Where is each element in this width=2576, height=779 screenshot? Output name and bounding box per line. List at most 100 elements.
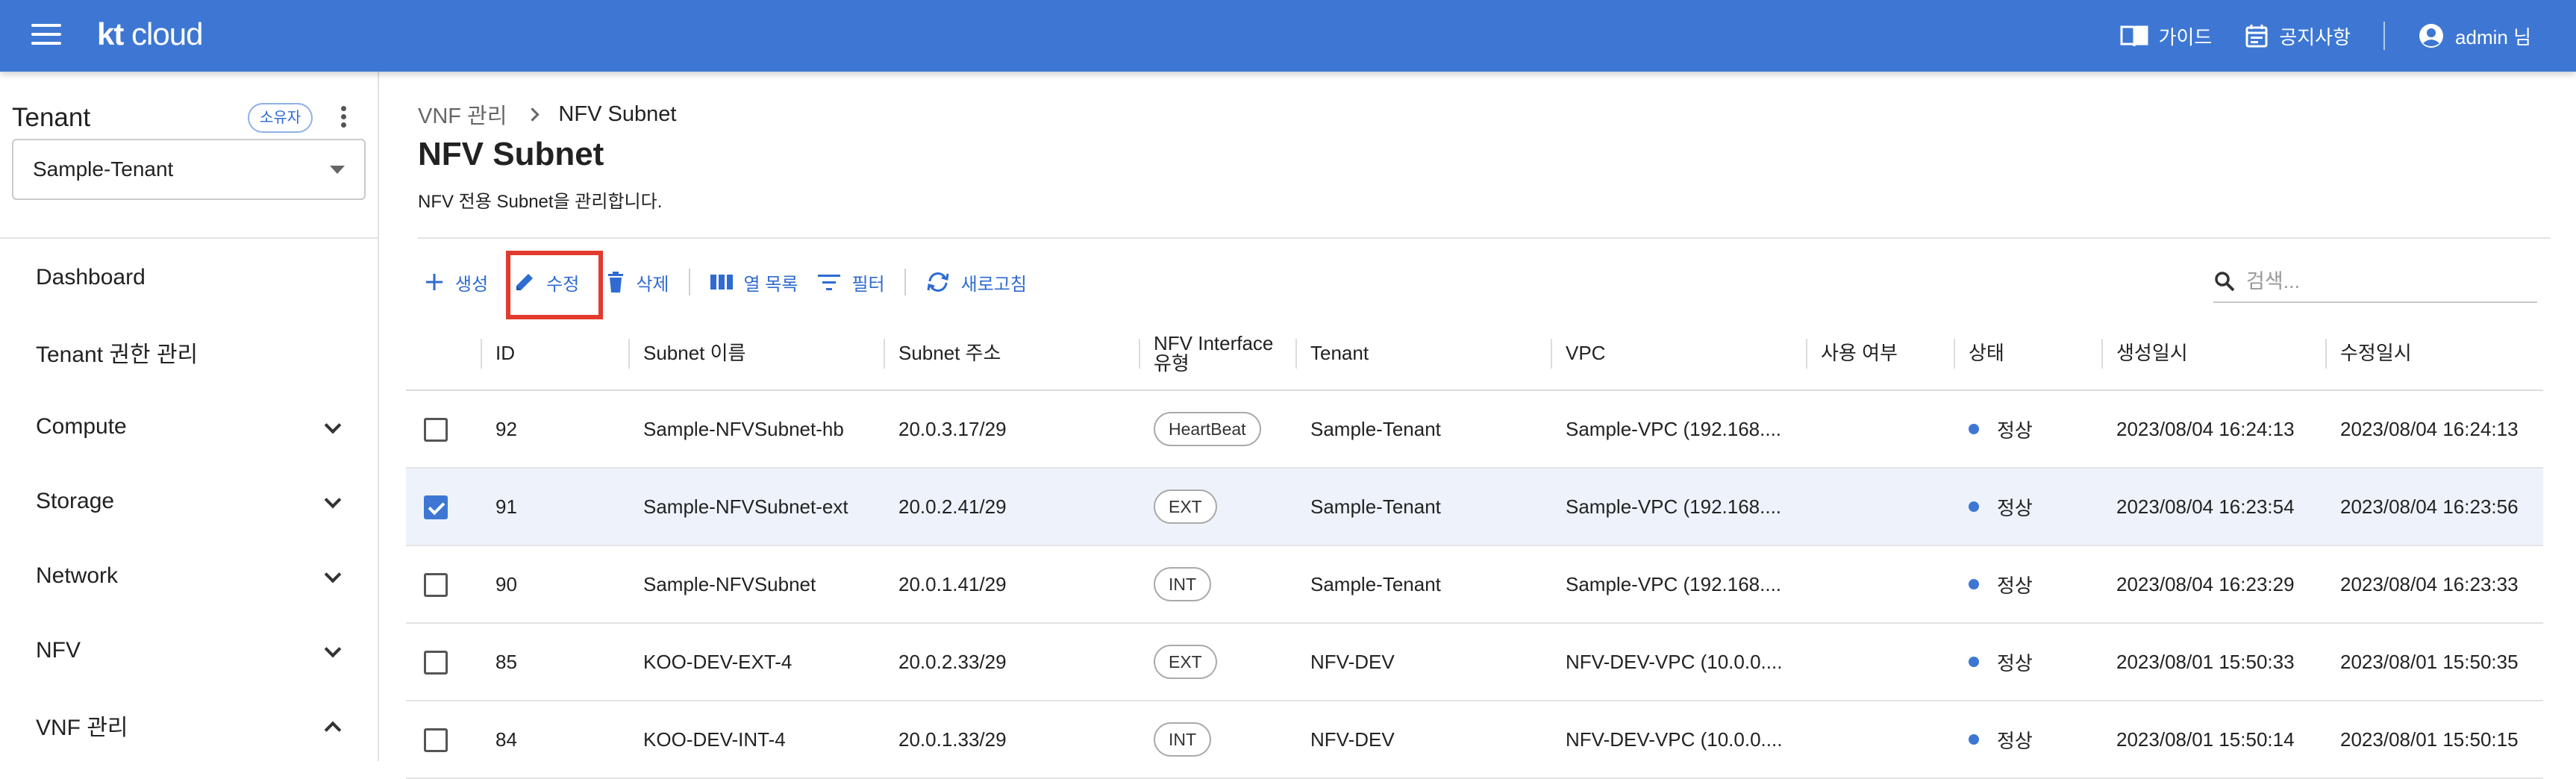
cell-in-use — [1806, 546, 1954, 622]
column-header-tenant[interactable]: Tenant — [1295, 316, 1551, 391]
trash-icon — [608, 272, 624, 292]
cell-modified: 2023/08/04 16:23:33 — [2325, 546, 2543, 622]
cell-subnet-address-text: 20.0.3.17/29 — [898, 417, 1007, 440]
calendar-icon — [2245, 25, 2268, 48]
table-row[interactable]: 85 KOO-DEV-EXT-4 20.0.2.33/29 EXT NFV-DEV NFV… — [406, 624, 2543, 701]
cell-id: 90 — [481, 546, 628, 622]
status-text: 정상 — [1997, 496, 2033, 519]
sidebar-item-vnf-management[interactable]: VNF 관리 — [0, 688, 378, 763]
cell-modified-text: 2023/08/04 16:23:56 — [2340, 495, 2519, 518]
columns-button[interactable]: 열 목록 — [702, 261, 806, 303]
cell-subnet-name: Sample-NFVSubnet-ext — [628, 469, 884, 545]
column-header-modified[interactable]: 수정일시 — [2325, 316, 2543, 391]
cell-tenant: Sample-Tenant — [1295, 469, 1551, 545]
cell-created-text: 2023/08/01 15:50:33 — [2116, 650, 2295, 673]
cell-vpc: Sample-VPC (192.168.... — [1551, 469, 1806, 545]
kt-cloud-logo[interactable]: kt cloud — [97, 16, 203, 52]
notice-link[interactable]: 공지사항 — [2245, 22, 2351, 50]
cell-vpc: Sample-VPC (192.168.... — [1551, 546, 1806, 622]
row-checkbox[interactable] — [424, 573, 448, 597]
cell-tenant: NFV-DEV — [1295, 701, 1551, 778]
cell-vpc-text: Sample-VPC (192.168.... — [1566, 417, 1782, 440]
chevron-down-icon — [324, 566, 342, 584]
breadcrumb: VNF 관리 NFV Subnet — [418, 98, 676, 130]
title-divider — [418, 237, 2551, 239]
sidebar-item-nfv[interactable]: NFV — [0, 613, 378, 688]
page-description: NFV 전용 Subnet을 관리합니다. — [418, 192, 663, 212]
sidebar-item-tenant-permission[interactable]: Tenant 권한 관리 — [0, 315, 378, 390]
cell-id-text: 90 — [495, 572, 517, 595]
cell-created: 2023/08/01 15:50:14 — [2101, 701, 2325, 778]
more-vert-icon[interactable] — [339, 106, 348, 133]
cell-tenant-text: NFV-DEV — [1310, 728, 1395, 751]
cell-created: 2023/08/04 16:23:29 — [2101, 546, 2325, 622]
cell-subnet-name: KOO-DEV-INT-4 — [628, 701, 884, 778]
sidebar-item-label: Network — [36, 563, 119, 588]
delete-button[interactable]: 삭제 — [598, 261, 676, 303]
sidebar-item-storage[interactable]: Storage — [0, 464, 378, 539]
column-header-vpc[interactable]: VPC — [1551, 316, 1806, 391]
column-header-subnet-address[interactable]: Subnet 주소 — [884, 316, 1139, 391]
cell-modified: 2023/08/04 16:24:13 — [2325, 391, 2543, 467]
view-column-icon — [710, 275, 733, 290]
cell-status: 정상 — [1954, 546, 2101, 622]
search-box — [2213, 261, 2537, 303]
cell-created: 2023/08/04 16:23:54 — [2101, 469, 2325, 545]
status-dot-icon — [1969, 579, 1979, 589]
sidebar-item-label: Storage — [36, 489, 115, 513]
refresh-label: 새로고침 — [960, 274, 1027, 295]
sidebar-menu: Dashboard Tenant 권한 관리 Compute Storage N… — [0, 240, 378, 763]
cell-subnet-name-text: KOO-DEV-EXT-4 — [643, 650, 793, 673]
cell-in-use — [1806, 701, 1954, 778]
chevron-down-icon — [324, 640, 342, 658]
row-checkbox[interactable] — [424, 651, 448, 675]
add-icon — [426, 274, 443, 290]
cell-id-text: 91 — [495, 495, 517, 518]
filter-icon — [818, 275, 841, 290]
table-row[interactable]: 84 KOO-DEV-INT-4 20.0.1.33/29 INT NFV-DEV NFV… — [406, 701, 2543, 779]
table-row[interactable]: 91 Sample-NFVSubnet-ext 20.0.2.41/29 EXT Sam… — [406, 469, 2543, 546]
column-header-nfv-interface-type[interactable]: NFV Interface 유형 — [1139, 316, 1295, 391]
cell-nfv-type: HeartBeat — [1139, 391, 1295, 467]
row-checkbox[interactable] — [424, 728, 448, 752]
column-header-id[interactable]: ID — [481, 316, 628, 391]
user-menu[interactable]: admin 님 — [2418, 22, 2531, 50]
column-header-in-use[interactable]: 사용 여부 — [1806, 316, 1954, 391]
breadcrumb-vnf-management[interactable]: VNF 관리 — [418, 98, 507, 130]
guide-link[interactable]: 가이드 — [2120, 22, 2212, 50]
cell-status: 정상 — [1954, 469, 2101, 545]
toolbar-divider — [904, 269, 906, 295]
refresh-button[interactable]: 새로고침 — [918, 261, 1034, 303]
tenant-select[interactable]: Sample-Tenant — [12, 139, 366, 200]
cell-created-text: 2023/08/01 15:50:14 — [2116, 728, 2295, 751]
column-header-created[interactable]: 생성일시 — [2101, 316, 2325, 391]
table-body: 92 Sample-NFVSubnet-hb 20.0.3.17/29 HeartBe… — [406, 391, 2543, 779]
table-row[interactable]: 92 Sample-NFVSubnet-hb 20.0.3.17/29 HeartBe… — [406, 391, 2543, 469]
nfv-subnet-table: ID Subnet 이름 Subnet 주소 NFV Interface 유형 T… — [406, 316, 2543, 779]
column-header-status[interactable]: 상태 — [1954, 316, 2101, 391]
cell-subnet-name: Sample-NFVSubnet — [628, 546, 884, 622]
sidebar-item-compute[interactable]: Compute — [0, 390, 378, 464]
cell-vpc: NFV-DEV-VPC (10.0.0.... — [1551, 701, 1806, 778]
row-checkbox[interactable] — [424, 418, 448, 442]
sidebar-item-label: Dashboard — [36, 265, 146, 290]
cell-nfv-type: EXT — [1139, 624, 1295, 700]
row-checkbox[interactable] — [424, 495, 448, 519]
table-row[interactable]: 90 Sample-NFVSubnet 20.0.1.41/29 INT Sample-… — [406, 546, 2543, 624]
cell-subnet-address: 20.0.2.33/29 — [884, 624, 1139, 700]
search-input[interactable] — [2246, 269, 2515, 293]
column-header-subnet-name[interactable]: Subnet 이름 — [628, 316, 884, 391]
menu-icon[interactable] — [31, 24, 61, 48]
chevron-right-icon — [525, 107, 540, 122]
filter-button[interactable]: 필터 — [810, 261, 892, 303]
sidebar-item-network[interactable]: Network — [0, 539, 378, 613]
cell-subnet-name: KOO-DEV-EXT-4 — [628, 624, 884, 700]
cell-created: 2023/08/01 15:50:33 — [2101, 624, 2325, 700]
cell-status: 정상 — [1954, 624, 2101, 700]
sidebar-item-dashboard[interactable]: Dashboard — [0, 240, 378, 315]
tenant-select-value: Sample-Tenant — [33, 157, 174, 181]
create-button[interactable]: 생성 — [416, 261, 495, 303]
cell-subnet-name-text: KOO-DEV-INT-4 — [643, 728, 786, 751]
chevron-down-icon — [324, 491, 342, 509]
cell-tenant-text: Sample-Tenant — [1310, 495, 1441, 518]
